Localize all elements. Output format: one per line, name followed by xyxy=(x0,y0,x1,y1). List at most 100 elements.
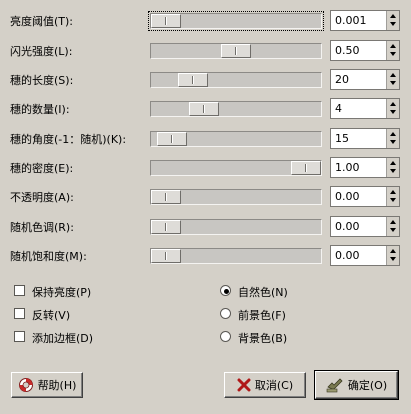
spike-length-slider[interactable] xyxy=(150,72,322,88)
spinbox-value[interactable]: 15 xyxy=(335,132,349,145)
spin-down-icon[interactable] xyxy=(390,22,396,26)
spinbox-value[interactable]: 0.001 xyxy=(335,14,367,27)
slider-thumb[interactable] xyxy=(151,249,181,263)
radio-label[interactable]: 背景色(B) xyxy=(238,330,287,346)
random-saturation-label: 随机饱和度(M): xyxy=(10,250,87,263)
spin-arrows[interactable] xyxy=(386,41,399,60)
ok-button-label: 确定(O) xyxy=(347,379,388,392)
spin-up-icon[interactable] xyxy=(390,73,396,77)
spin-arrows[interactable] xyxy=(386,217,399,236)
spinbox-value[interactable]: 4 xyxy=(335,102,342,115)
close-x-icon xyxy=(237,378,251,392)
checkbox-box[interactable] xyxy=(14,308,25,319)
spinbox-value[interactable]: 1.00 xyxy=(335,161,360,174)
radio-circle[interactable] xyxy=(220,331,231,342)
flare-intensity-slider[interactable] xyxy=(150,43,322,59)
spin-arrows[interactable] xyxy=(386,187,399,206)
slider-row-brightness-threshold: 亮度阈值(T): 0.001 xyxy=(0,9,411,33)
checkbox-label[interactable]: 保持亮度(P) xyxy=(32,284,91,300)
checkbox-box[interactable] xyxy=(14,331,25,342)
radio-selected-dot xyxy=(224,289,229,294)
brightness-threshold-label: 亮度阈值(T): xyxy=(10,15,74,28)
slider-row-spike-length: 穗的长度(S): 20 xyxy=(0,68,411,92)
slider-row-random-hue: 随机色调(R): 0.00 xyxy=(0,215,411,239)
slider-thumb[interactable] xyxy=(151,220,181,234)
help-button-label: 帮助(H) xyxy=(37,379,77,392)
help-button[interactable]: 帮助(H) xyxy=(11,372,83,398)
radio-label[interactable]: 前景色(F) xyxy=(238,307,286,323)
lifebuoy-icon xyxy=(18,377,34,393)
cancel-button[interactable]: 取消(C) xyxy=(224,372,306,398)
spinbox-value[interactable]: 0.00 xyxy=(335,249,360,262)
spike-density-spinbox[interactable]: 1.00 xyxy=(330,157,400,178)
slider-thumb[interactable] xyxy=(178,73,208,87)
spinbox-value[interactable]: 0.50 xyxy=(335,44,360,57)
spinbox-value[interactable]: 0.00 xyxy=(335,190,360,203)
spin-up-icon[interactable] xyxy=(390,132,396,136)
cancel-button-label: 取消(C) xyxy=(254,379,294,392)
spin-up-icon[interactable] xyxy=(390,161,396,165)
slider-row-flare-intensity: 闪光强度(L): 0.50 xyxy=(0,39,411,63)
spike-count-spinbox[interactable]: 4 xyxy=(330,98,400,119)
spinbox-value[interactable]: 20 xyxy=(335,73,349,86)
spike-count-label: 穗的数量(I): xyxy=(10,103,70,116)
slider-thumb[interactable] xyxy=(151,14,181,28)
spike-angle-slider[interactable] xyxy=(150,131,322,147)
spike-count-slider[interactable] xyxy=(150,101,322,117)
slider-thumb[interactable] xyxy=(151,190,181,204)
checkbox-box[interactable] xyxy=(14,285,25,296)
spinbox-value[interactable]: 0.00 xyxy=(335,220,360,233)
spin-down-icon[interactable] xyxy=(390,110,396,114)
spin-down-icon[interactable] xyxy=(390,257,396,261)
spike-density-slider[interactable] xyxy=(150,160,322,176)
random-saturation-spinbox[interactable]: 0.00 xyxy=(330,245,400,266)
spin-up-icon[interactable] xyxy=(390,102,396,106)
spin-arrows[interactable] xyxy=(386,11,399,30)
slider-thumb[interactable] xyxy=(221,44,251,58)
random-saturation-slider[interactable] xyxy=(150,248,322,264)
spin-up-icon[interactable] xyxy=(390,14,396,18)
slider-row-spike-count: 穗的数量(I): 4 xyxy=(0,97,411,121)
slider-thumb[interactable] xyxy=(291,161,321,175)
flare-intensity-spinbox[interactable]: 0.50 xyxy=(330,40,400,61)
slider-row-spike-density: 穗的密度(E): 1.00 xyxy=(0,156,411,180)
brightness-threshold-spinbox[interactable]: 0.001 xyxy=(330,10,400,31)
spin-down-icon[interactable] xyxy=(390,140,396,144)
radio-circle[interactable] xyxy=(220,285,231,296)
spin-down-icon[interactable] xyxy=(390,169,396,173)
opacity-spinbox[interactable]: 0.00 xyxy=(330,186,400,207)
brightness-threshold-slider[interactable] xyxy=(148,11,324,31)
opacity-slider[interactable] xyxy=(150,189,322,205)
check-hand-icon xyxy=(326,377,344,393)
random-hue-spinbox[interactable]: 0.00 xyxy=(330,216,400,237)
spin-down-icon[interactable] xyxy=(390,81,396,85)
spin-up-icon[interactable] xyxy=(390,44,396,48)
spike-angle-spinbox[interactable]: 15 xyxy=(330,128,400,149)
spin-up-icon[interactable] xyxy=(390,249,396,253)
spin-down-icon[interactable] xyxy=(390,52,396,56)
spike-angle-label: 穗的角度(-1：随机)(K): xyxy=(10,133,127,146)
slider-thumb[interactable] xyxy=(157,132,187,146)
slider-row-spike-angle: 穗的角度(-1：随机)(K): 15 xyxy=(0,127,411,151)
radio-label[interactable]: 自然色(N) xyxy=(238,284,288,300)
slider-row-random-saturation: 随机饱和度(M): 0.00 xyxy=(0,244,411,268)
spin-up-icon[interactable] xyxy=(390,190,396,194)
opacity-label: 不透明度(A): xyxy=(10,191,74,204)
spike-density-label: 穗的密度(E): xyxy=(10,162,74,175)
radio-circle[interactable] xyxy=(220,308,231,319)
random-hue-slider[interactable] xyxy=(150,219,322,235)
slider-thumb[interactable] xyxy=(189,102,219,116)
ok-button[interactable]: 确定(O) xyxy=(314,370,399,400)
spin-arrows[interactable] xyxy=(386,246,399,265)
spin-down-icon[interactable] xyxy=(390,198,396,202)
spike-length-label: 穗的长度(S): xyxy=(10,74,74,87)
spin-down-icon[interactable] xyxy=(390,228,396,232)
spin-arrows[interactable] xyxy=(386,99,399,118)
spin-up-icon[interactable] xyxy=(390,220,396,224)
spike-length-spinbox[interactable]: 20 xyxy=(330,69,400,90)
spin-arrows[interactable] xyxy=(386,129,399,148)
spin-arrows[interactable] xyxy=(386,158,399,177)
spin-arrows[interactable] xyxy=(386,70,399,89)
checkbox-label[interactable]: 添加边框(D) xyxy=(32,330,93,346)
checkbox-label[interactable]: 反转(V) xyxy=(32,307,70,323)
